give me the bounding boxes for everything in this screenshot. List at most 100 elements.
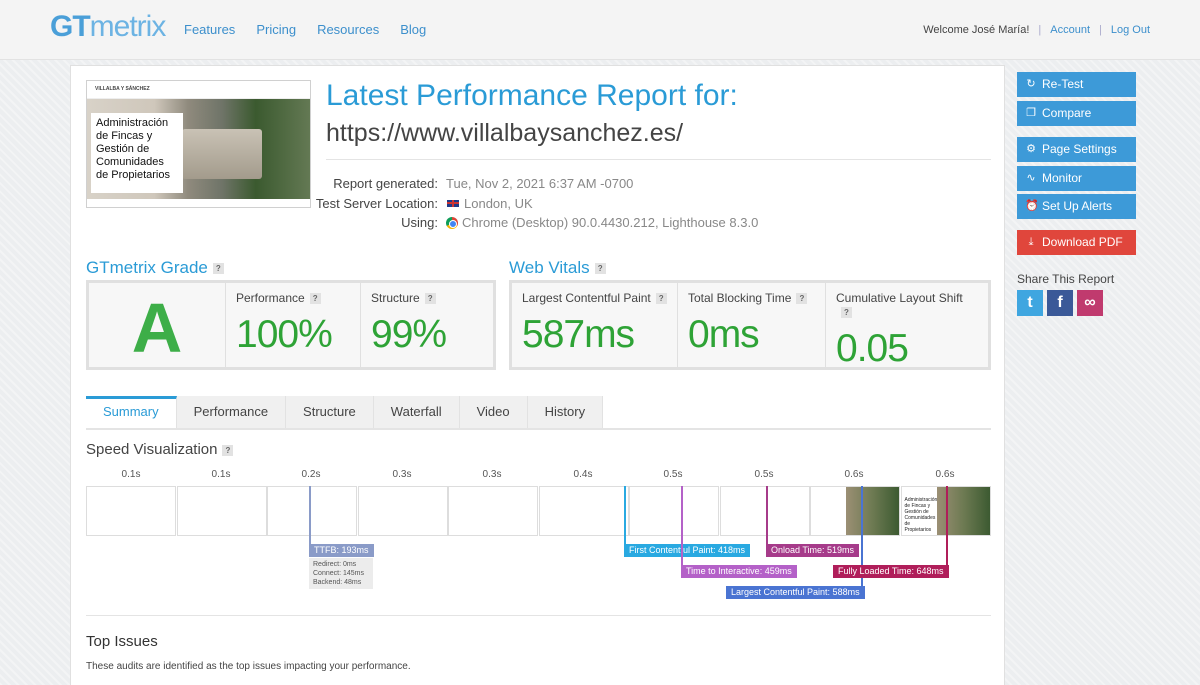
ttfb-connect: Connect: 145ms	[313, 570, 364, 577]
alarm-clock-icon: ⏰	[1025, 200, 1039, 212]
meta-label: Report generated:	[333, 176, 438, 191]
performance-value: 100%	[236, 313, 333, 356]
logout-link[interactable]: Log Out	[1111, 24, 1150, 36]
thumbnail-footer	[87, 199, 310, 207]
lcp-label: Largest Contentful Paint?	[522, 291, 667, 305]
nav-blog[interactable]: Blog	[400, 22, 426, 37]
fully-loaded-marker-line	[946, 486, 948, 565]
performance-cell: Performance? 100%	[225, 283, 360, 367]
twitter-share-icon[interactable]: t	[1017, 290, 1043, 316]
structure-value: 99%	[371, 313, 447, 356]
nav-features[interactable]: Features	[184, 22, 235, 37]
download-pdf-button[interactable]: ⤓ Download PDF	[1017, 230, 1136, 255]
tti-tag: Time to Interactive: 459ms	[681, 565, 797, 578]
filmstrip-frame[interactable]	[357, 486, 448, 536]
pulse-icon: ∿	[1026, 172, 1036, 184]
help-icon[interactable]: ?	[424, 293, 436, 305]
report-meta: Report generated: Tue, Nov 2, 2021 6:37 …	[306, 174, 758, 233]
vitals-title-text: Web Vitals	[509, 258, 590, 277]
using-text: Chrome (Desktop) 90.0.4430.212, Lighthou…	[462, 215, 759, 230]
thumbnail-brand: VILLALBA Y SÁNCHEZ	[95, 86, 150, 92]
top-issues-title: Top Issues	[86, 633, 158, 650]
filmstrip-frame[interactable]	[810, 486, 900, 536]
filmstrip-frame[interactable]	[86, 486, 176, 536]
speed-visualization-title: Speed Visualization?	[86, 441, 234, 458]
meta-value: London, UK	[446, 194, 533, 214]
pdf-icon: ⤓	[1028, 236, 1034, 248]
tick-label: 0.5s	[663, 469, 683, 480]
tab-history[interactable]: History	[527, 396, 604, 428]
grade-cell: A	[89, 283, 225, 367]
page-screenshot-thumbnail[interactable]: VILLALBA Y SÁNCHEZ Administración de Fin…	[86, 80, 311, 208]
grade-title-text: GTmetrix Grade	[86, 258, 208, 277]
ttfb-marker-line	[309, 486, 311, 544]
lcp-label-text: Largest Contentful Paint	[522, 291, 651, 305]
filmstrip-frame[interactable]	[267, 486, 357, 536]
pdf-label: Download PDF	[1042, 235, 1123, 249]
page-settings-button[interactable]: ⚙ Page Settings	[1017, 137, 1136, 162]
help-icon[interactable]: ?	[212, 263, 224, 275]
cls-cell: Cumulative Layout Shift? 0.05	[825, 283, 988, 370]
tick-label: 0.6s	[935, 469, 955, 480]
nav-resources[interactable]: Resources	[317, 22, 379, 37]
thumbnail-card: Administración de Fincas y Gestión de Co…	[91, 113, 183, 193]
thumbnail-stone	[182, 129, 262, 179]
share-label: Share This Report	[1017, 272, 1115, 286]
tick-label: 0.1s	[211, 469, 231, 480]
lcp-tag: Largest Contentful Paint: 588ms	[726, 586, 865, 599]
tbt-value: 0ms	[688, 313, 760, 356]
help-icon[interactable]: ?	[841, 307, 852, 319]
onload-marker-line	[766, 486, 768, 544]
separator: |	[1038, 24, 1042, 36]
report-url: https://www.villalbaysanchez.es/	[326, 119, 684, 147]
link-share-icon[interactable]: ∞	[1077, 290, 1103, 316]
filmstrip: Administración de Fincas y Gestión de Co…	[86, 486, 991, 536]
page-settings-label: Page Settings	[1042, 142, 1117, 156]
tbt-label-text: Total Blocking Time	[688, 291, 792, 305]
frame-text: Administración de Fincas y Gestión de Co…	[904, 497, 938, 533]
compare-button[interactable]: ❐ Compare	[1017, 101, 1136, 126]
ttfb-redirect: Redirect: 0ms	[313, 561, 357, 568]
report-panel: VILLALBA Y SÁNCHEZ Administración de Fin…	[70, 65, 1005, 685]
help-icon[interactable]: ?	[796, 293, 808, 305]
help-icon[interactable]: ?	[309, 293, 321, 305]
meta-row-location: Test Server Location: London, UK	[306, 194, 758, 214]
tick-label: 0.3s	[482, 469, 502, 480]
tab-structure[interactable]: Structure	[286, 396, 374, 428]
filmstrip-frame[interactable]	[448, 486, 538, 536]
performance-label: Performance?	[236, 291, 350, 305]
compare-label: Compare	[1042, 106, 1092, 120]
uk-flag-icon	[446, 198, 460, 208]
gtmetrix-logo[interactable]: GTmetrix	[50, 10, 166, 44]
divider	[86, 615, 991, 616]
account-link[interactable]: Account	[1050, 24, 1090, 36]
tick-label: 0.3s	[392, 469, 412, 480]
speed-title-text: Speed Visualization	[86, 441, 218, 458]
account-area: Welcome José María! | Account | Log Out	[923, 24, 1150, 36]
tab-waterfall[interactable]: Waterfall	[373, 396, 460, 428]
tab-performance[interactable]: Performance	[176, 396, 287, 428]
divider	[326, 159, 991, 160]
grade-section-title: GTmetrix Grade?	[86, 258, 224, 278]
facebook-share-icon[interactable]: f	[1047, 290, 1073, 316]
help-icon[interactable]: ?	[655, 293, 667, 305]
setup-alerts-button[interactable]: ⏰ Set Up Alerts	[1017, 194, 1136, 219]
filmstrip-frame[interactable]	[538, 486, 629, 536]
meta-row-using: Using: Chrome (Desktop) 90.0.4430.212, L…	[306, 213, 758, 233]
help-icon[interactable]: ?	[222, 444, 234, 456]
location-text: London, UK	[464, 195, 533, 211]
timeline-ticks: 0.1s 0.1s 0.2s 0.3s 0.3s 0.4s 0.5s 0.5s …	[86, 469, 991, 483]
tick-label: 0.5s	[754, 469, 774, 480]
report-title: Latest Performance Report for:	[326, 79, 738, 112]
top-issues-description: These audits are identified as the top i…	[86, 661, 411, 672]
filmstrip-frame[interactable]	[719, 486, 810, 536]
nav-pricing[interactable]: Pricing	[256, 22, 296, 37]
help-icon[interactable]: ?	[594, 263, 606, 275]
filmstrip-frame[interactable]	[176, 486, 267, 536]
tab-video[interactable]: Video	[459, 396, 528, 428]
filmstrip-frame[interactable]	[629, 486, 719, 536]
tick-label: 0.1s	[121, 469, 141, 480]
retest-button[interactable]: ↻ Re-Test	[1017, 72, 1136, 97]
monitor-button[interactable]: ∿ Monitor	[1017, 166, 1136, 191]
tab-summary[interactable]: Summary	[86, 396, 177, 428]
